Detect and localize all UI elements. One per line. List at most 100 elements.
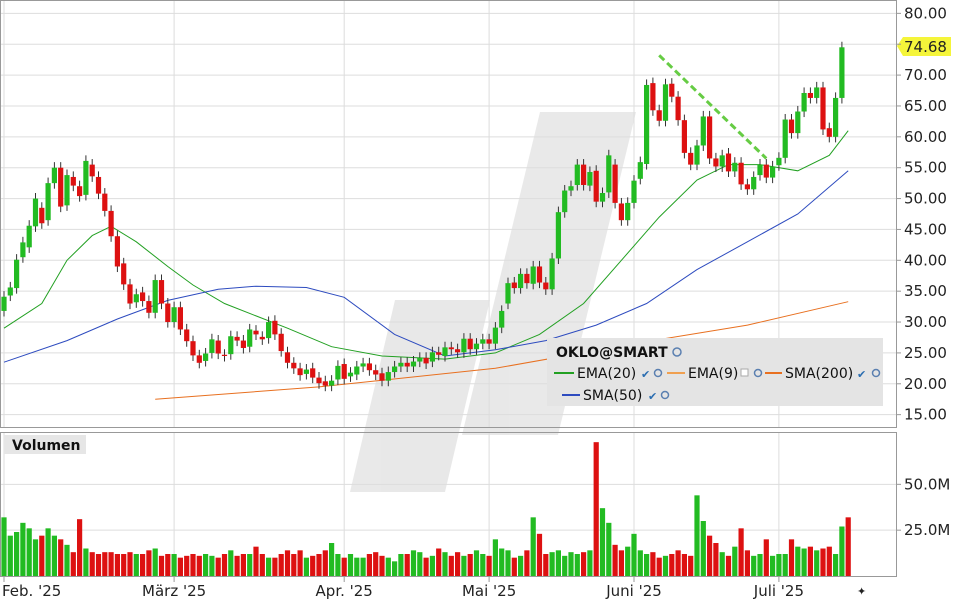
volume-bar [335,554,341,576]
volume-bar [581,552,587,576]
candle-body [360,363,366,367]
candle-body [719,155,725,167]
volume-bar [751,555,757,576]
volume-bar [215,557,221,576]
candle-body [95,176,102,194]
candle-body [410,361,417,367]
candle-body [404,362,410,367]
candle-body [190,341,196,356]
candle-body [744,184,750,190]
volume-bar [700,521,706,576]
volume-bar [77,519,83,576]
legend-checkbox[interactable] [740,368,749,377]
volume-bar [637,550,643,576]
candle-body [392,366,398,373]
candle-body [373,370,379,375]
volume-bar [681,554,687,576]
volume-bar [669,554,675,576]
volume-bar [738,528,744,576]
candle-body [467,338,473,350]
price-tick-label: 60.00 [904,128,947,146]
volume-bar [278,554,284,576]
volume-bar [826,546,832,576]
volume-bar [574,554,580,576]
price-tick-label: 30.00 [904,313,947,331]
volume-bar [568,552,574,576]
volume-bar [140,554,146,576]
volume-bar [240,554,246,576]
candle-body [681,120,687,153]
volume-bar [385,557,391,576]
candle-body [32,198,39,227]
candle-body [114,236,120,267]
volume-bar [26,528,32,576]
candle-body [669,83,675,97]
volume-bar [316,554,322,576]
candle-body [303,369,309,374]
candle-body [518,273,524,289]
volume-bar [776,554,782,576]
candle-body [133,294,139,303]
legend-check-icon[interactable]: ✔ [641,368,650,381]
scroll-right-icon[interactable]: ✦ [857,585,866,598]
volume-bar [360,557,366,576]
candle-body [347,372,354,377]
candle-body [707,116,713,159]
volume-bar [757,554,763,576]
candle-body [14,259,20,289]
candle-body [152,280,158,313]
candle-body [688,152,694,165]
candle-body [776,157,782,166]
candle-body [297,368,303,376]
volume-bar [492,539,498,576]
volume-bar [688,555,694,576]
candle-body [322,381,328,386]
candle-body [146,301,152,313]
volume-axis: 50.0M 25.0M [896,475,950,539]
legend-check-icon[interactable]: ✔ [648,390,657,403]
volume-bar [725,555,732,576]
volume-bar [165,554,171,576]
candle-body [606,155,612,193]
candle-body [379,373,385,381]
trendline [658,54,768,160]
candle-body [675,96,681,121]
candle-body [499,310,505,328]
volume-bar [366,554,372,576]
candle-body [423,357,429,364]
candle-body [158,280,165,304]
candle-body [234,336,240,341]
candle-body [215,340,221,354]
volume-bar [839,526,845,576]
legend-check-icon[interactable]: ✔ [857,368,866,381]
candle-body [492,327,498,344]
volume-bar [158,555,165,576]
candle-body [637,162,643,179]
candle-body [807,92,813,98]
candle-body [253,330,259,335]
volume-bar [429,555,435,576]
volume-bar [272,557,278,576]
volume-tick-label: 50.0M [904,475,950,493]
volume-bar [770,555,776,576]
volume-bar [606,522,612,576]
candle-body [833,97,839,137]
candle-body [625,202,631,221]
candle-body [177,307,183,330]
volume-bar [662,555,669,576]
price-tick-label: 25.00 [904,344,947,362]
candle-body [1,296,7,311]
volume-bar [291,554,297,576]
volume-title: Volumen [12,438,81,454]
volume-bar [234,555,240,576]
candle-body [581,164,587,185]
volume-bar [587,550,593,576]
candle-body [39,207,45,224]
volume-bar [347,554,354,576]
volume-bar [228,550,234,576]
volume-bar [524,550,530,576]
candle-body [788,119,795,134]
candle-body [700,116,706,146]
candle-body [203,353,209,361]
candle-body [524,273,530,284]
